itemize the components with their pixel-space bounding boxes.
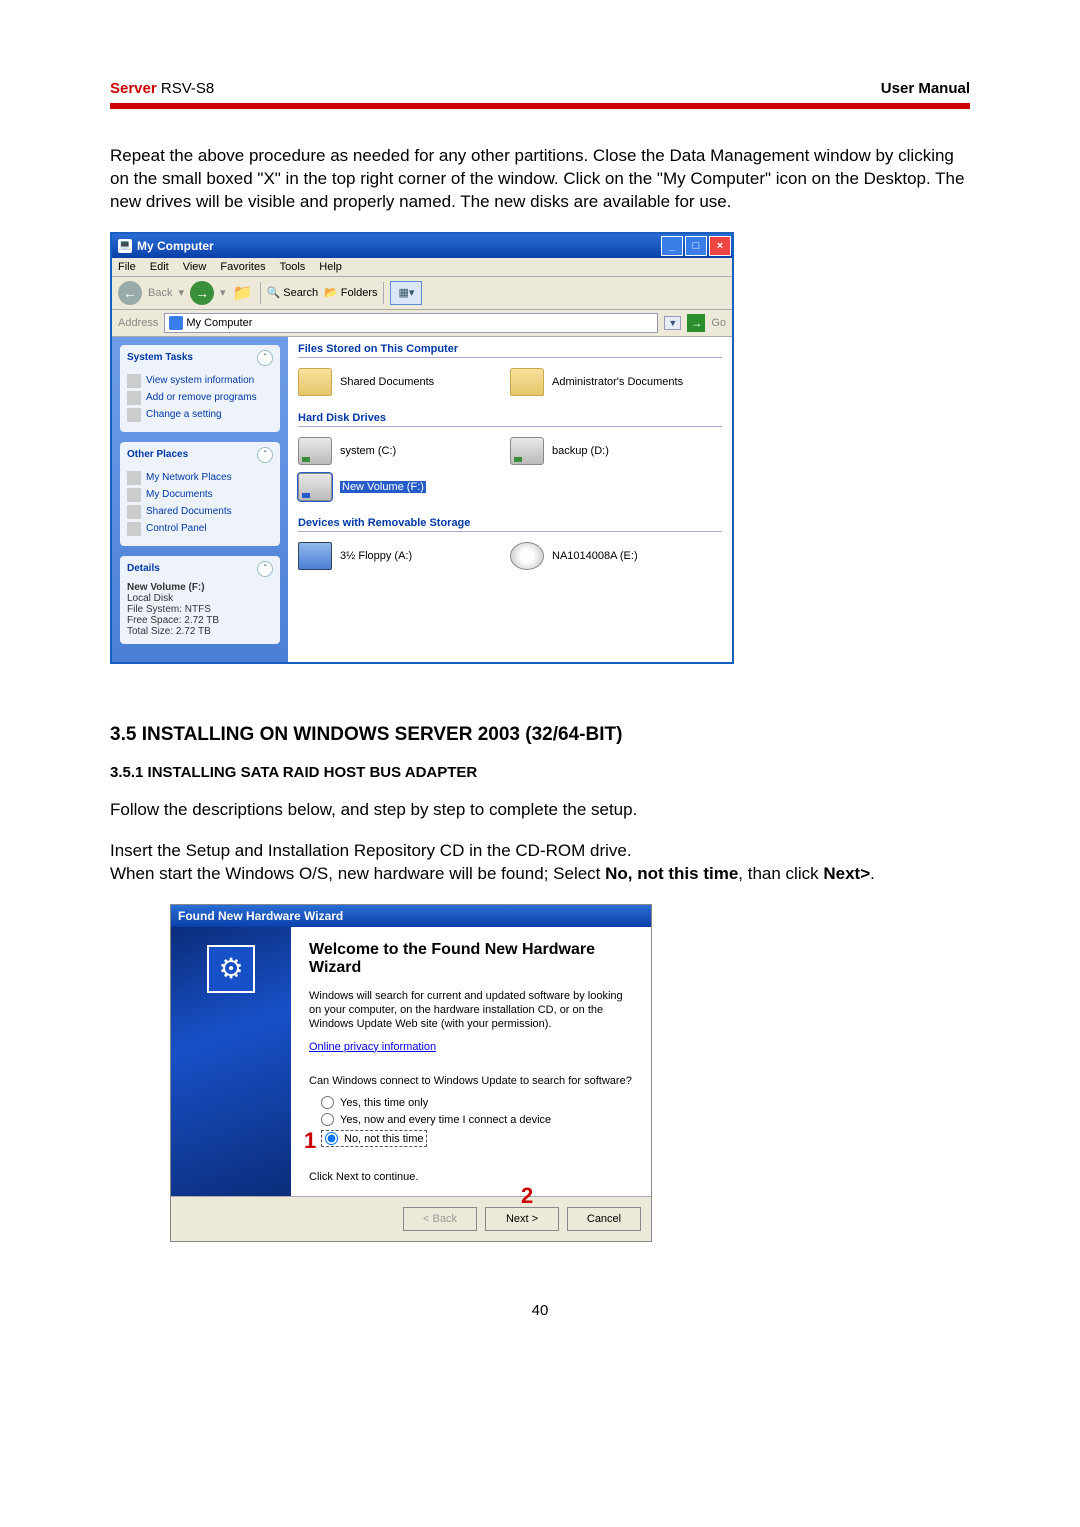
menu-bar: File Edit View Favorites Tools Help: [112, 258, 732, 277]
radio-yes-always[interactable]: Yes, now and every time I connect a devi…: [321, 1113, 633, 1126]
group-header-removable: Devices with Removable Storage: [298, 517, 722, 532]
wizard-continue-text: Click Next to continue.: [309, 1170, 633, 1184]
menu-edit[interactable]: Edit: [150, 261, 169, 273]
search-icon: 🔍: [267, 286, 281, 299]
shared-documents-link[interactable]: Shared Documents: [127, 505, 273, 519]
wizard-body-text: Windows will search for current and upda…: [309, 989, 633, 1032]
explorer-content: Files Stored on This Computer Shared Doc…: [288, 337, 732, 662]
wizard-heading: Welcome to the Found New Hardware Wizard: [309, 941, 633, 977]
minimize-button[interactable]: _: [661, 236, 683, 256]
section-heading: 3.5 INSTALLING ON WINDOWS SERVER 2003 (3…: [110, 724, 970, 746]
folders-icon: 📂: [324, 286, 338, 299]
window-titlebar[interactable]: 💻 My Computer _ □ ×: [112, 234, 732, 258]
folder-icon: [510, 368, 544, 396]
drive-f-item[interactable]: New Volume (F:): [298, 473, 510, 501]
header-rule: [110, 103, 970, 109]
back-button[interactable]: ←: [118, 281, 142, 305]
drive-icon: [298, 437, 332, 465]
menu-file[interactable]: File: [118, 261, 136, 273]
other-places-panel: Other Placesˆ My Network Places My Docum…: [120, 442, 280, 546]
page-number: 40: [110, 1302, 970, 1319]
up-button[interactable]: 📁: [232, 282, 254, 304]
drive-icon: [510, 437, 544, 465]
info-icon: [127, 374, 141, 388]
collapse-icon[interactable]: ˆ: [257, 561, 273, 577]
step-text-1: Follow the descriptions below, and step …: [110, 799, 970, 822]
hardware-wizard-window: Found New Hardware Wizard ⚙ Welcome to t…: [170, 904, 652, 1243]
next-button[interactable]: Next >: [485, 1207, 559, 1231]
settings-icon: [127, 408, 141, 422]
drive-c-item[interactable]: system (C:): [298, 437, 510, 465]
toolbar: ← Back ▾ → ▾ 📁 🔍Search 📂Folders ▦▾: [112, 277, 732, 310]
group-header-files: Files Stored on This Computer: [298, 343, 722, 358]
add-remove-programs-link[interactable]: Add or remove programs: [127, 391, 273, 405]
annotation-step-2: 2: [521, 1183, 533, 1209]
network-icon: [127, 471, 141, 485]
group-header-drives: Hard Disk Drives: [298, 412, 722, 427]
close-button[interactable]: ×: [709, 236, 731, 256]
drive-icon: [298, 473, 332, 501]
admin-documents-item[interactable]: Administrator's Documents: [510, 368, 722, 396]
view-system-info-link[interactable]: View system information: [127, 374, 273, 388]
menu-tools[interactable]: Tools: [280, 261, 306, 273]
details-panel: Detailsˆ New Volume (F:) Local Disk File…: [120, 556, 280, 644]
maximize-button[interactable]: □: [685, 236, 707, 256]
step-text-2: Insert the Setup and Installation Reposi…: [110, 840, 970, 886]
wizard-button-row: < Back 2 Next > Cancel: [171, 1196, 651, 1241]
cd-icon: [510, 542, 544, 570]
drive-d-item[interactable]: backup (D:): [510, 437, 722, 465]
cdrom-item[interactable]: NA1014008A (E:): [510, 542, 722, 570]
annotation-step-1: 1: [304, 1128, 316, 1154]
window-title: My Computer: [137, 239, 214, 253]
network-places-link[interactable]: My Network Places: [127, 471, 273, 485]
my-documents-link[interactable]: My Documents: [127, 488, 273, 502]
my-computer-icon: [169, 316, 183, 330]
folder-icon: [127, 488, 141, 502]
subsection-heading: 3.5.1 INSTALLING SATA RAID HOST BUS ADAP…: [110, 764, 970, 781]
privacy-link[interactable]: Online privacy information: [309, 1041, 436, 1053]
forward-button[interactable]: →: [190, 281, 214, 305]
back-label: Back: [148, 287, 172, 299]
folders-button[interactable]: 📂Folders: [324, 286, 377, 299]
menu-view[interactable]: View: [183, 261, 207, 273]
address-field[interactable]: My Computer: [164, 313, 658, 333]
go-button[interactable]: →: [687, 314, 705, 332]
address-dropdown-button[interactable]: ▼: [664, 316, 681, 330]
intro-paragraph: Repeat the above procedure as needed for…: [110, 145, 970, 214]
menu-favorites[interactable]: Favorites: [220, 261, 265, 273]
my-computer-window: 💻 My Computer _ □ × File Edit View Favor…: [110, 232, 734, 664]
collapse-icon[interactable]: ˆ: [257, 447, 273, 463]
search-button[interactable]: 🔍Search: [267, 286, 319, 299]
wizard-question: Can Windows connect to Windows Update to…: [309, 1074, 633, 1088]
address-bar: Address My Computer ▼ → Go: [112, 310, 732, 337]
menu-help[interactable]: Help: [319, 261, 342, 273]
floppy-icon: [298, 542, 332, 570]
views-button[interactable]: ▦▾: [390, 281, 422, 305]
cancel-button[interactable]: Cancel: [567, 1207, 641, 1231]
control-panel-link[interactable]: Control Panel: [127, 522, 273, 536]
system-tasks-panel: System Tasksˆ View system information Ad…: [120, 345, 280, 432]
collapse-icon[interactable]: ˆ: [257, 350, 273, 366]
change-setting-link[interactable]: Change a setting: [127, 408, 273, 422]
my-computer-icon: 💻: [118, 239, 132, 253]
wizard-sidebar: ⚙: [171, 927, 291, 1197]
explorer-sidebar: System Tasksˆ View system information Ad…: [112, 337, 288, 662]
folder-icon: [298, 368, 332, 396]
hardware-icon: ⚙: [207, 945, 255, 993]
folder-icon: [127, 505, 141, 519]
floppy-item[interactable]: 3½ Floppy (A:): [298, 542, 510, 570]
programs-icon: [127, 391, 141, 405]
address-label: Address: [118, 317, 158, 329]
radio-no[interactable]: No, not this time: [321, 1130, 427, 1147]
radio-yes-once[interactable]: Yes, this time only: [321, 1096, 633, 1109]
control-panel-icon: [127, 522, 141, 536]
wizard-titlebar[interactable]: Found New Hardware Wizard: [171, 905, 651, 927]
shared-documents-item[interactable]: Shared Documents: [298, 368, 510, 396]
back-button: < Back: [403, 1207, 477, 1231]
page-header: Server RSV-S8 User Manual: [110, 80, 970, 97]
